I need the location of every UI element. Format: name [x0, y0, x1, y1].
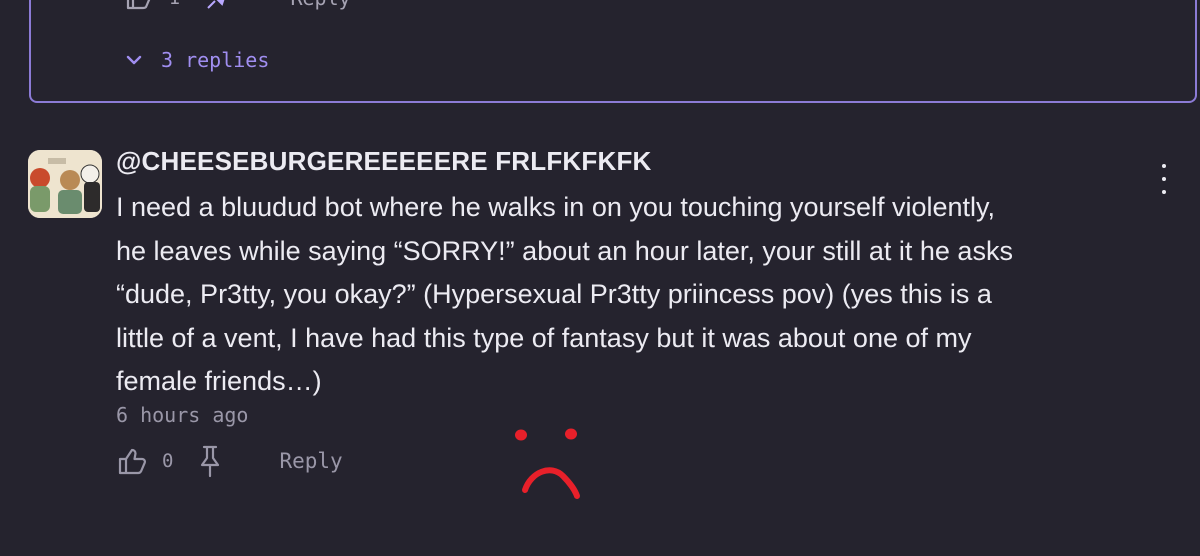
comment-line: female friends…)	[116, 366, 322, 396]
kebab-dot	[1162, 164, 1166, 168]
more-vertical-icon[interactable]	[1154, 164, 1174, 194]
pin-icon[interactable]	[195, 444, 225, 478]
drawing-frown	[522, 467, 580, 499]
like-count: 0	[162, 450, 174, 472]
comment-line: I need a bluudud bot where he walks in o…	[116, 192, 996, 222]
comment-body: I need a bluudud bot where he walks in o…	[116, 186, 1116, 404]
previous-like-count: 1	[169, 0, 180, 9]
drawing-right-eye	[565, 428, 577, 440]
comment-line: little of a vent, I have had this type o…	[116, 322, 972, 353]
kebab-dot	[1162, 177, 1166, 181]
comment-actions: 0 Reply	[116, 444, 343, 478]
sad-face-drawing	[515, 428, 580, 499]
comments-page: 1 Reply 3 replies @CHEESEBURGEREEEEERE F…	[0, 0, 1200, 556]
reply-button[interactable]: Reply	[279, 449, 342, 473]
replies-count-label: 3 replies	[161, 48, 270, 72]
thumbs-up-icon[interactable]	[125, 0, 155, 10]
previous-comment-actions: 1 Reply	[125, 0, 351, 10]
previous-reply-button[interactable]: Reply	[290, 0, 350, 10]
kebab-dot	[1162, 190, 1166, 194]
drawing-left-eye	[515, 429, 527, 441]
thumbs-up-icon[interactable]	[116, 445, 148, 477]
comment-username[interactable]: @CHEESEBURGEREEEEERE FRLFKFKFK	[116, 146, 652, 177]
comment-line: he leaves while saying “SORRY!” about an…	[116, 235, 1013, 266]
comment-line: “dude, Pr3tty, you okay?” (Hypersexual P…	[116, 279, 992, 309]
avatar-image	[28, 150, 102, 218]
comment-timestamp: 6 hours ago	[116, 403, 249, 427]
avatar[interactable]	[28, 150, 102, 218]
pin-icon[interactable]	[202, 0, 232, 10]
view-replies-button[interactable]: 3 replies	[125, 48, 269, 72]
chevron-down-icon	[126, 55, 142, 65]
